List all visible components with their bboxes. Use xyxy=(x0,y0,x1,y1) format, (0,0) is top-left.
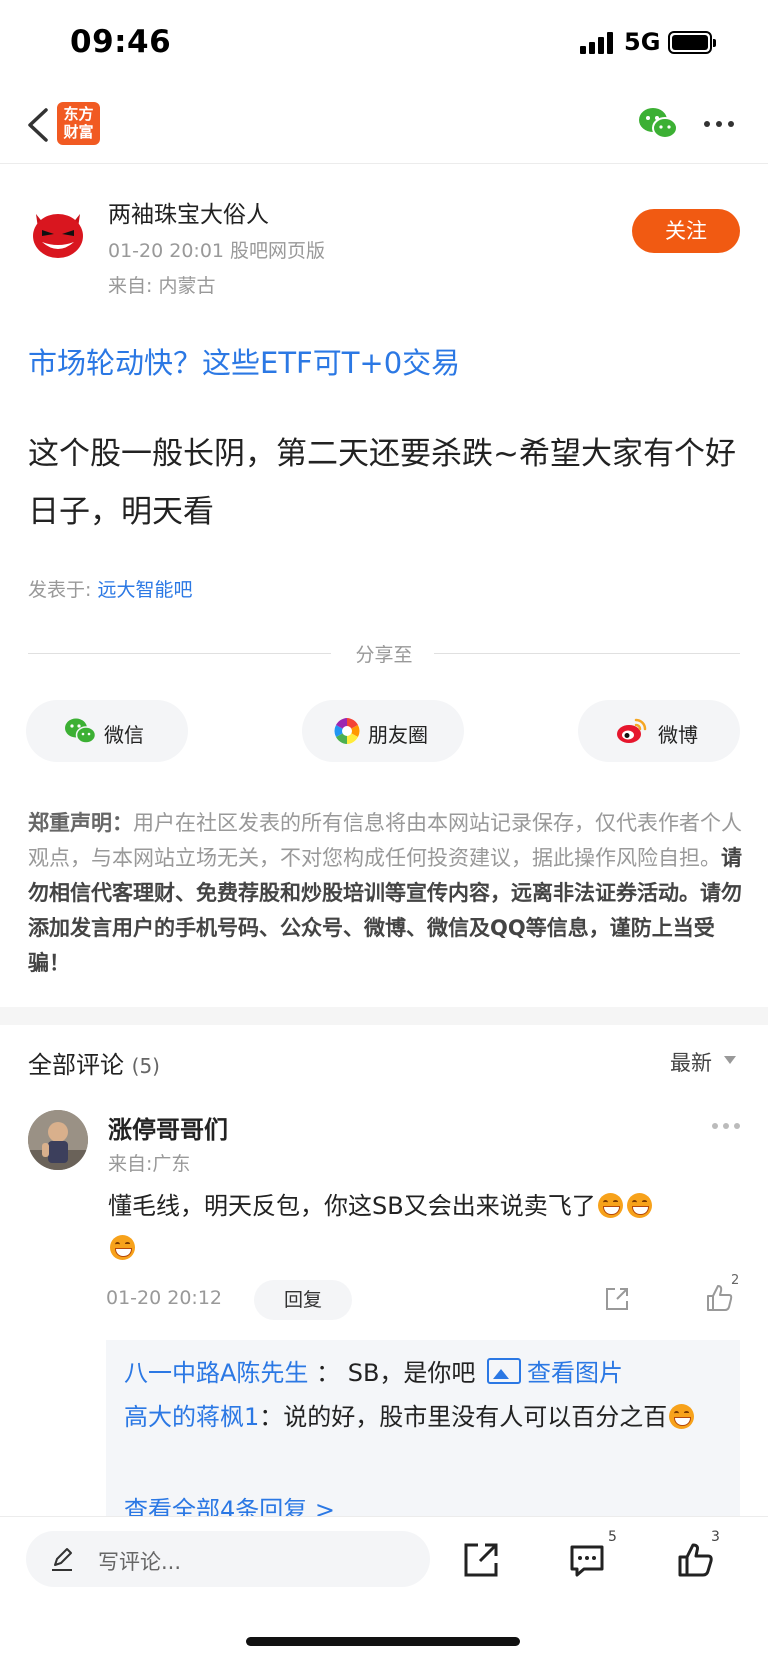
image-icon[interactable] xyxy=(487,1358,522,1384)
pen-icon xyxy=(52,1548,72,1571)
wechat-share-icon[interactable] xyxy=(638,106,678,142)
comment-more-icon[interactable] xyxy=(712,1123,740,1131)
logo-line2: 财富 xyxy=(63,123,94,141)
disclaimer-body: 用户在社区发表的所有信息将由本网站记录保存，仅代表作者个人观点，与本网站立场无关… xyxy=(28,811,742,870)
reply-list: 八一中路A陈先生 ： SB，是你吧 查看图片 高大的蒋枫1：说的好，股市里没有人… xyxy=(106,1340,740,1524)
comment-text: 懂毛线，明天反包，你这SB又会出来说卖飞了 xyxy=(108,1185,738,1269)
bar-link[interactable]: 远大智能吧 xyxy=(97,579,192,601)
share-moments-label: 朋友圈 xyxy=(368,723,428,747)
share-icon[interactable] xyxy=(462,1541,500,1579)
moments-icon xyxy=(334,718,360,744)
post-meta: 01-20 20:01 股吧网页版 xyxy=(108,240,326,262)
reply-separator: ： xyxy=(259,1403,284,1431)
reply-item[interactable]: 高大的蒋枫1：说的好，股市里没有人可以百分之百 xyxy=(124,1396,724,1438)
reply-separator: ： xyxy=(316,1359,341,1387)
reply-text: SB，是你吧 xyxy=(347,1359,476,1387)
home-indicator[interactable] xyxy=(246,1637,520,1646)
sort-dropdown[interactable]: 最新 xyxy=(670,1047,712,1077)
posted-in-label: 发表于: xyxy=(28,579,98,601)
share-weibo-button[interactable]: 微博 xyxy=(578,700,740,762)
reply-button[interactable]: 回复 xyxy=(254,1280,352,1320)
comment-body: 懂毛线，明天反包，你这SB又会出来说卖飞了 xyxy=(108,1192,596,1220)
commenter-name[interactable]: 涨停哥哥们 xyxy=(108,1110,228,1145)
thumbs-up-icon[interactable] xyxy=(676,1541,714,1579)
reply-author[interactable]: 高大的蒋枫1 xyxy=(124,1403,259,1431)
comment-placeholder: 写评论... xyxy=(98,1550,182,1574)
follow-button[interactable]: 关注 xyxy=(632,209,740,253)
share-wechat-label: 微信 xyxy=(104,723,144,747)
share-moments-button[interactable]: 朋友圈 xyxy=(302,700,464,762)
author-name[interactable]: 两袖珠宝大俗人 xyxy=(108,195,269,229)
section-divider xyxy=(0,1007,768,1025)
author-avatar[interactable] xyxy=(28,202,88,262)
share-wechat-button[interactable]: 微信 xyxy=(26,700,188,762)
wechat-icon xyxy=(65,718,96,744)
comments-title: 全部评论 xyxy=(28,1051,124,1079)
comment-like-count: 2 xyxy=(731,1273,740,1288)
grin-emoji-icon xyxy=(669,1404,695,1429)
status-bar: 09:46 5G xyxy=(0,0,768,84)
comment-icon[interactable] xyxy=(568,1541,606,1579)
laugh-emoji-icon xyxy=(597,1193,623,1218)
reply-text: 说的好，股市里没有人可以百分之百 xyxy=(283,1403,668,1431)
weibo-icon xyxy=(617,718,647,743)
reply-author[interactable]: 八一中路A陈先生 xyxy=(124,1359,308,1387)
app-logo: 东方 财富 xyxy=(57,102,100,145)
logo-line1: 东方 xyxy=(63,105,94,123)
signal-icon xyxy=(580,32,616,54)
network-type: 5G xyxy=(624,28,661,56)
post-body: 这个股一般长阴，第二天还要杀跌~希望大家有个好日子，明天看 xyxy=(28,436,736,530)
like-count-badge: 3 xyxy=(711,1529,720,1545)
reply-item[interactable]: 八一中路A陈先生 ： SB，是你吧 查看图片 xyxy=(124,1350,623,1396)
caret-down-icon[interactable] xyxy=(724,1056,736,1064)
commenter-location: 来自:广东 xyxy=(108,1153,191,1175)
disclaimer: 郑重声明：用户在社区发表的所有信息将由本网站记录保存，仅代表作者个人观点，与本网… xyxy=(28,806,742,981)
comment-time: 01-20 20:12 xyxy=(106,1287,223,1309)
comments-header: 全部评论 (5) xyxy=(28,1045,160,1080)
share-weibo-label: 微博 xyxy=(658,723,698,747)
posted-in: 发表于: 远大智能吧 xyxy=(28,575,192,602)
status-time: 09:46 xyxy=(70,24,172,60)
laugh-emoji-icon xyxy=(626,1193,652,1218)
share-icon[interactable] xyxy=(603,1285,631,1313)
back-icon[interactable] xyxy=(20,102,60,148)
bottom-bar: 写评论... 5 3 xyxy=(0,1516,768,1662)
comment-count-badge: 5 xyxy=(608,1529,617,1545)
laugh-emoji-icon xyxy=(110,1235,135,1260)
disclaimer-head: 郑重声明： xyxy=(28,811,133,835)
more-icon[interactable] xyxy=(704,121,736,129)
ad-link[interactable]: 市场轮动快？这些ETF可T+0交易 xyxy=(28,340,460,382)
battery-icon xyxy=(668,31,716,54)
comments-count: (5) xyxy=(131,1054,160,1078)
commenter-avatar[interactable] xyxy=(28,1110,88,1170)
comment-input[interactable]: 写评论... xyxy=(26,1531,430,1587)
thumbs-up-icon[interactable] xyxy=(704,1283,734,1313)
share-divider-right xyxy=(434,653,740,654)
view-image-link[interactable]: 查看图片 xyxy=(527,1359,623,1387)
nav-bar: 东方 财富 xyxy=(0,84,768,164)
post-location: 来自: 内蒙古 xyxy=(108,275,216,297)
